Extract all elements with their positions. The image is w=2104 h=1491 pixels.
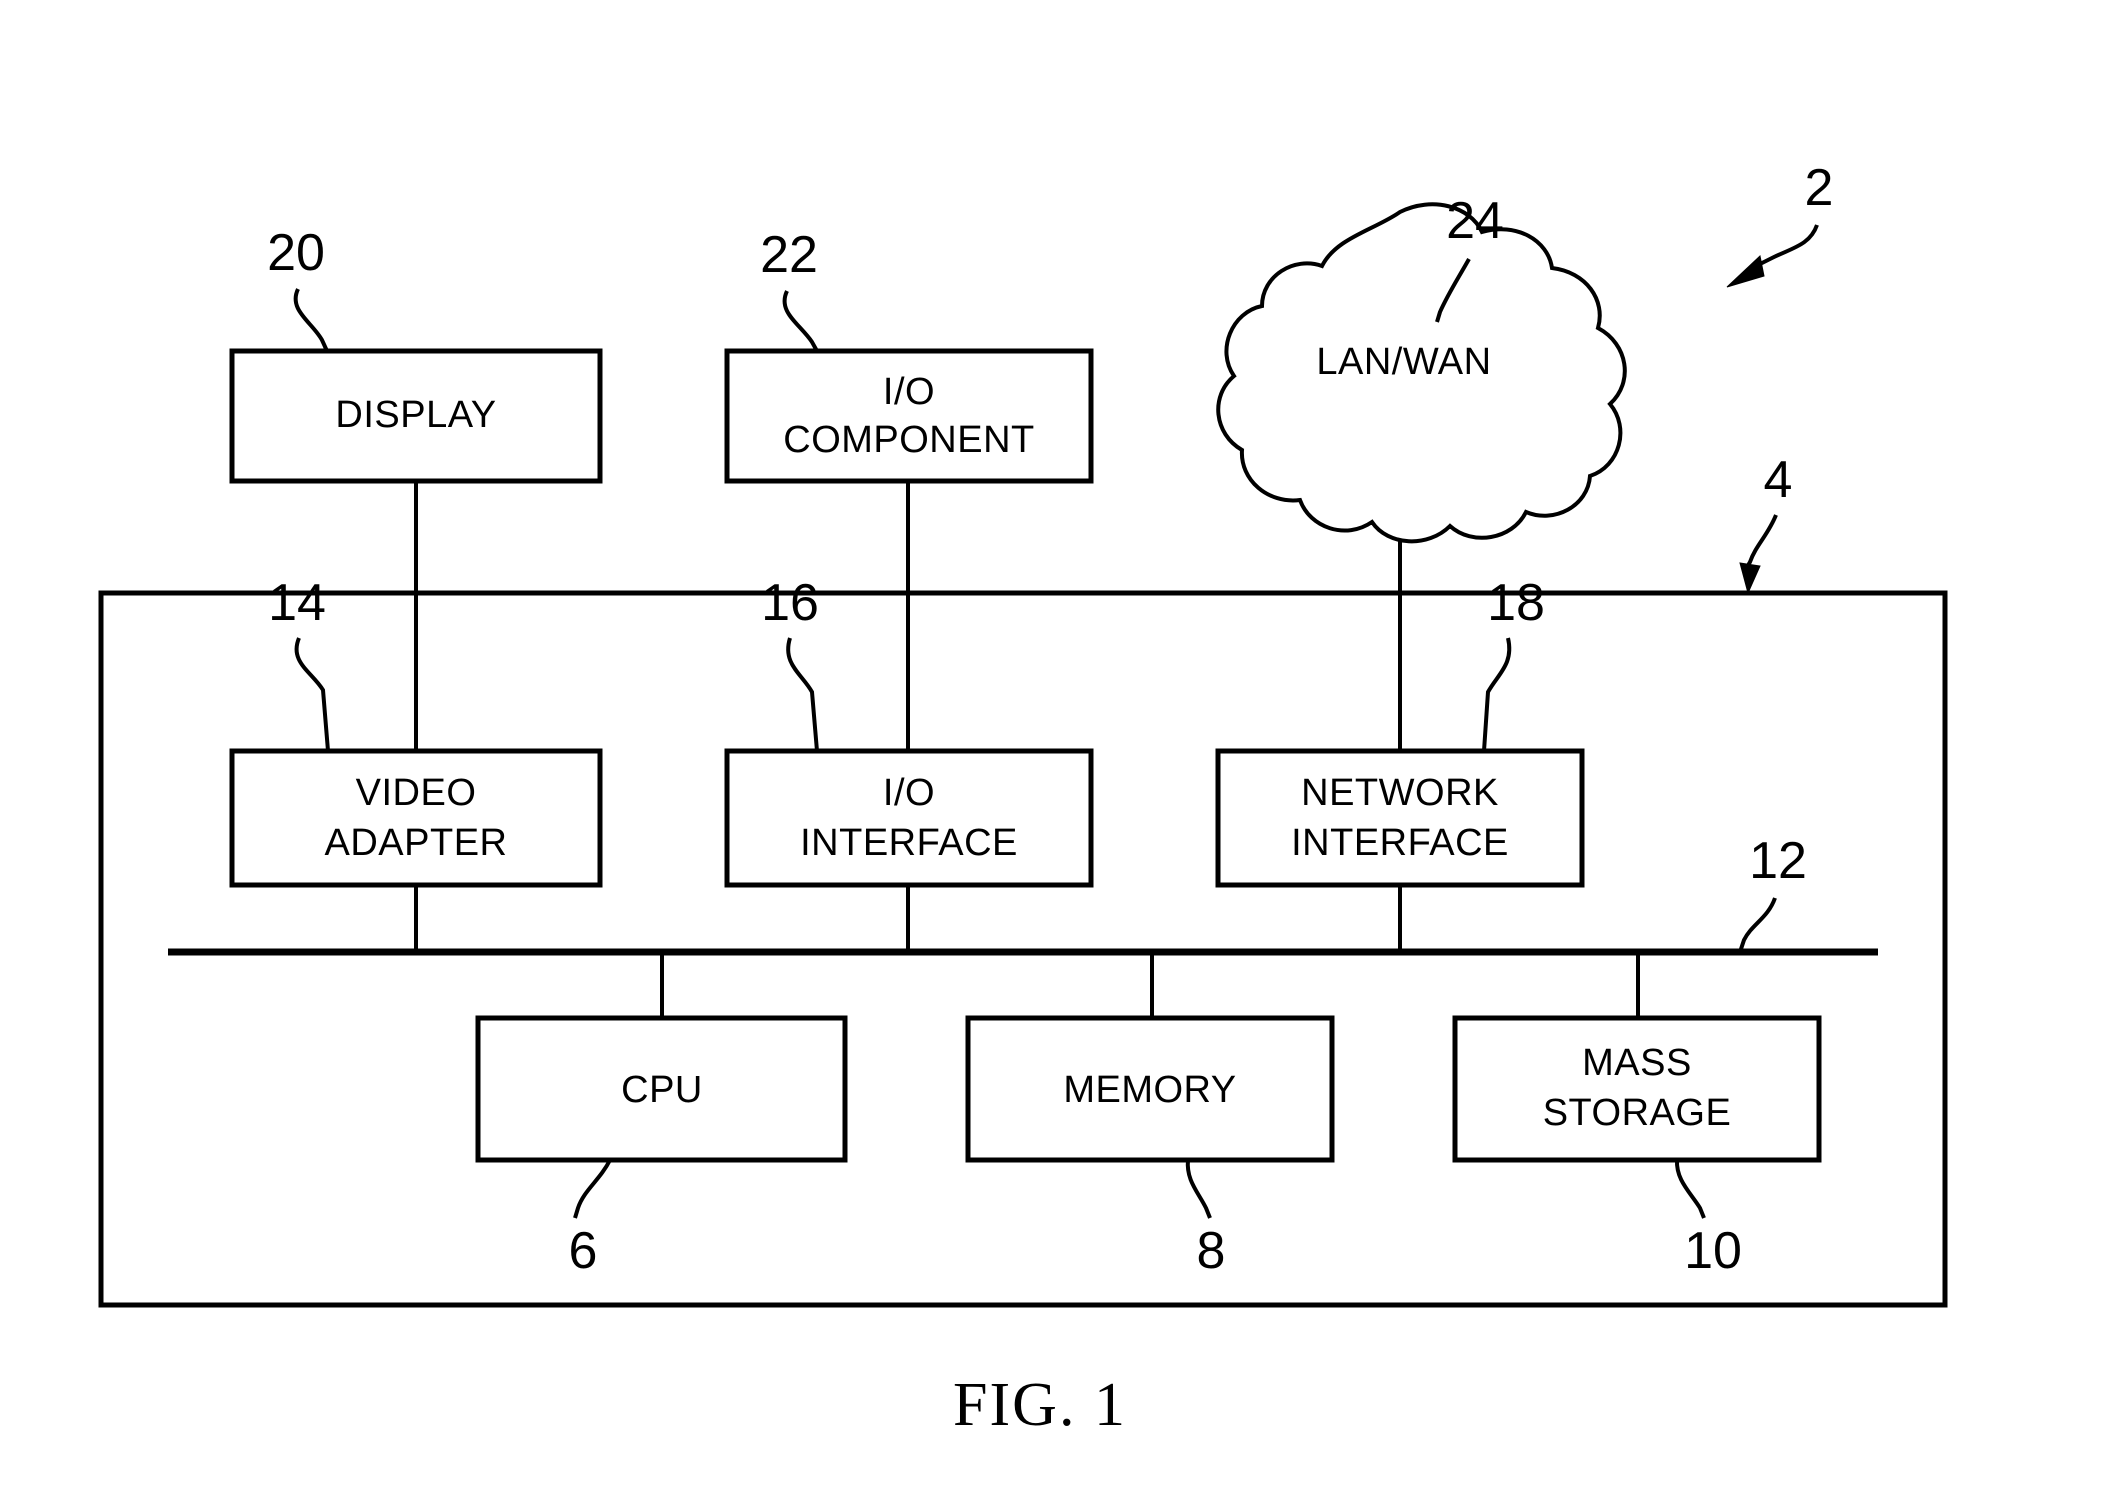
cpu-label: CPU: [621, 1069, 703, 1111]
mass-storage-box: [1452, 1015, 1822, 1163]
leader-line-6: [573, 1159, 612, 1219]
patent-figure: DISPLAY I/O COMPONENT LAN/WAN VIDEO ADAP…: [0, 0, 2104, 1491]
leader-line-12: [1738, 897, 1777, 953]
display-label: DISPLAY: [335, 394, 496, 436]
leader-line-2: [1751, 224, 1819, 270]
memory-label: MEMORY: [1063, 1069, 1236, 1111]
leader-line-22: [782, 290, 819, 352]
ref-number-8: 8: [1197, 1222, 1226, 1280]
ref-number-24: 24: [1446, 192, 1504, 250]
network-interface-label-line2: INTERFACE: [1291, 822, 1509, 864]
ref-number-20: 20: [267, 224, 325, 282]
io-interface-label-line1: I/O: [883, 772, 935, 814]
ref-number-6: 6: [569, 1222, 598, 1280]
ref-number-10: 10: [1684, 1222, 1742, 1280]
io-component-label-line1: I/O: [883, 371, 935, 413]
leader-line-4: [1742, 514, 1778, 574]
network-interface-label-line1: NETWORK: [1301, 772, 1499, 814]
ref-number-14: 14: [268, 574, 326, 632]
ref-number-12: 12: [1749, 832, 1807, 890]
mass-storage-label-line1: MASS: [1582, 1042, 1692, 1084]
ref-number-4: 4: [1764, 451, 1793, 509]
mass-storage-label-line2: STORAGE: [1543, 1092, 1732, 1134]
ref-number-18: 18: [1487, 574, 1545, 632]
arrow-head-2: [1726, 255, 1765, 288]
figure-canvas: DISPLAY I/O COMPONENT LAN/WAN VIDEO ADAP…: [98, 159, 1948, 1439]
leader-line-8: [1185, 1159, 1212, 1219]
leader-line-14: [294, 637, 330, 752]
lanwan-label: LAN/WAN: [1316, 341, 1491, 383]
ref-number-2: 2: [1805, 159, 1834, 217]
leader-line-10: [1674, 1159, 1706, 1219]
figure-caption: FIG. 1: [953, 1371, 1127, 1439]
video-adapter-label-line2: ADAPTER: [325, 822, 508, 864]
ref-number-16: 16: [761, 574, 819, 632]
io-interface-label-line2: INTERFACE: [800, 822, 1018, 864]
arrow-head-4: [1739, 562, 1761, 595]
io-component-label-line2: COMPONENT: [783, 419, 1035, 461]
ref-number-22: 22: [760, 226, 818, 284]
leader-line-20: [293, 288, 329, 352]
leader-line-16: [786, 637, 819, 752]
leader-line-18: [1482, 637, 1512, 752]
video-adapter-label-line1: VIDEO: [356, 772, 477, 814]
